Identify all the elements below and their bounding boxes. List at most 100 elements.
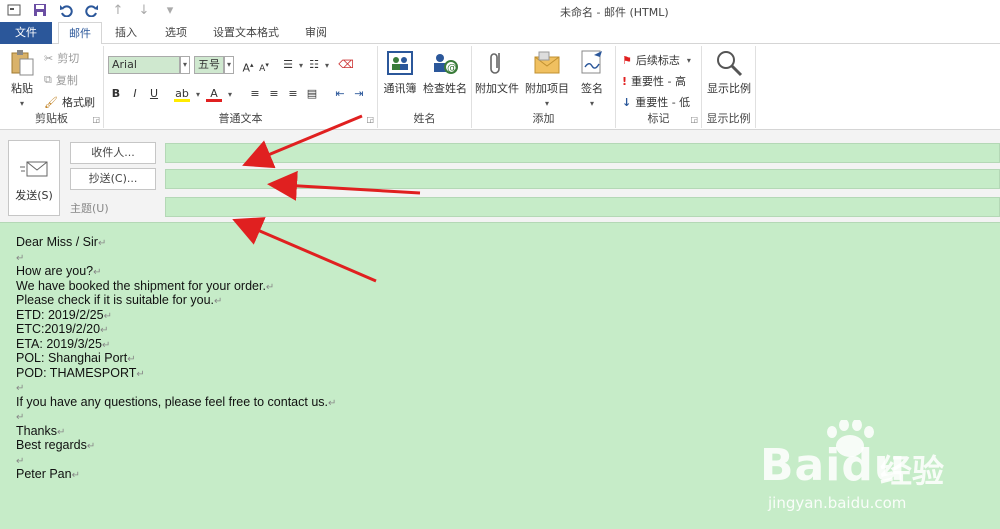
clear-format-icon[interactable]: ⌫ — [338, 57, 354, 73]
tab-mail[interactable]: 邮件 — [58, 22, 102, 45]
body-line-text: We have booked the shipment for your ord… — [16, 278, 266, 293]
window-menu-icon[interactable] — [6, 2, 22, 18]
group-label-zoom: 显示比例 — [706, 112, 751, 125]
to-button[interactable]: 收件人... — [70, 142, 156, 164]
bold-icon[interactable]: B — [108, 86, 124, 102]
follow-up-dropdown-icon[interactable]: ▾ — [684, 56, 694, 65]
body-line: How are you?↵ — [16, 264, 984, 279]
body-line: Dear Miss / Sir↵ — [16, 235, 984, 250]
to-field[interactable] — [165, 143, 1000, 163]
paragraph-mark-icon: ↵ — [127, 354, 136, 365]
flag-icon: ⚑ — [622, 53, 632, 67]
body-line: ↵ — [16, 250, 984, 265]
cc-field[interactable] — [165, 169, 1000, 189]
font-name-field[interactable]: Arial — [108, 56, 180, 74]
brush-icon: 🖌 — [44, 95, 58, 109]
high-importance-button[interactable]: ! 重要性 - 高 — [622, 73, 686, 89]
low-importance-button[interactable]: ↓ 重要性 - 低 — [622, 94, 690, 110]
grow-font-icon[interactable]: A▴ — [240, 57, 256, 75]
tab-insert[interactable]: 插入 — [106, 22, 146, 44]
align-left-icon[interactable]: ≡ — [247, 86, 263, 102]
tab-options[interactable]: 选项 — [156, 22, 196, 44]
check-names-button[interactable]: @ 检查姓名 — [420, 48, 470, 96]
attach-file-button[interactable]: 附加文件 — [474, 48, 520, 96]
paste-button[interactable]: 粘贴 ▾ — [4, 48, 40, 109]
address-book-button[interactable]: 通讯簿 — [380, 48, 420, 96]
attach-item-button[interactable]: 附加项目 ▾ — [522, 48, 572, 109]
send-label: 发送(S) — [15, 189, 53, 202]
body-line-text: POD: THAMESPORT — [16, 365, 137, 380]
paragraph-mark-icon: ↵ — [86, 441, 96, 452]
tags-launcher-icon[interactable]: ◲ — [690, 115, 698, 124]
paragraph-mark-icon: ↵ — [16, 252, 25, 264]
paste-dropdown-icon[interactable]: ▾ — [17, 99, 27, 108]
zoom-button[interactable]: 显示比例 — [704, 48, 754, 96]
paste-icon — [7, 48, 37, 78]
paragraph-mark-icon: ↵ — [57, 426, 66, 438]
cut-button[interactable]: ✂ 剪切 — [44, 50, 79, 66]
paragraph-mark-icon: ↵ — [214, 296, 223, 307]
group-tags: ⚑ 后续标志 ▾ ! 重要性 - 高 ↓ 重要性 - 低 标记 ◲ — [616, 46, 702, 128]
font-color-dropdown-icon[interactable]: ▾ — [225, 90, 235, 99]
body-line-text: Thanks — [16, 423, 57, 438]
down-arrow-icon[interactable]: ↓ — [136, 2, 152, 18]
attach-item-dropdown-icon[interactable]: ▾ — [542, 99, 552, 108]
signature-dropdown-icon[interactable]: ▾ — [587, 99, 597, 108]
copy-button[interactable]: ⧉ 复制 — [44, 72, 78, 88]
subject-label: 主题(U) — [70, 202, 109, 215]
paragraph-mark-icon: ↵ — [16, 383, 25, 394]
font-dropdown-icon[interactable]: ▾ — [180, 56, 190, 74]
body-line-text: Please check if it is suitable for you. — [16, 293, 215, 307]
attach-file-label: 附加文件 — [475, 82, 519, 95]
basic-text-launcher-icon[interactable]: ◲ — [366, 115, 374, 124]
tab-format-text[interactable]: 设置文本格式 — [206, 22, 286, 44]
underline-icon[interactable]: U — [146, 86, 162, 102]
tab-review[interactable]: 审阅 — [296, 22, 336, 44]
redo-icon[interactable] — [84, 2, 100, 18]
scissors-icon: ✂ — [44, 51, 54, 65]
customize-qat-icon[interactable]: ▾ — [162, 2, 178, 18]
paragraph-mark-icon: ↵ — [100, 325, 109, 336]
font-size-field[interactable]: 五号 — [194, 56, 224, 74]
font-color-icon[interactable]: A — [206, 86, 222, 102]
group-label-include: 添加 — [532, 112, 555, 125]
highlight-dropdown-icon[interactable]: ▾ — [193, 90, 203, 99]
paragraph-mark-icon: ↵ — [16, 455, 25, 467]
save-icon[interactable] — [32, 2, 48, 18]
justify-icon[interactable]: ▤ — [304, 86, 320, 102]
group-label-tags: 标记 — [647, 112, 670, 125]
clipboard-launcher-icon[interactable]: ◲ — [92, 115, 100, 124]
check-names-label: 检查姓名 — [423, 82, 467, 95]
font-size-dropdown-icon[interactable]: ▾ — [224, 56, 234, 74]
decrease-indent-icon[interactable]: ⇤ — [332, 86, 348, 102]
body-line-text: ETD: 2019/2/25 — [16, 307, 104, 322]
send-envelope-icon — [19, 159, 49, 183]
tab-file[interactable]: 文件 — [0, 22, 52, 44]
format-row: B I U ab ▾ A ▾ ≡ ≡ ≡ ▤ ⇤ ⇥ — [108, 86, 367, 102]
up-arrow-icon[interactable]: ↑ — [110, 2, 126, 18]
window-title: 未命名 - 邮件 (HTML) — [560, 6, 669, 19]
align-center-icon[interactable]: ≡ — [266, 86, 282, 102]
bullets-dropdown-icon[interactable]: ▾ — [296, 61, 306, 70]
subject-field[interactable] — [165, 197, 1000, 217]
format-painter-button[interactable]: 🖌 格式刷 — [44, 94, 95, 110]
follow-up-button[interactable]: ⚑ 后续标志 ▾ — [622, 52, 694, 68]
bullets-icon[interactable]: ☰ — [280, 57, 296, 73]
italic-icon[interactable]: I — [127, 86, 143, 102]
paragraph-mark-icon: ↵ — [265, 281, 275, 293]
numbering-icon[interactable]: ☷ — [306, 57, 322, 73]
highlight-icon[interactable]: ab — [174, 86, 190, 102]
increase-indent-icon[interactable]: ⇥ — [351, 86, 367, 102]
send-button[interactable]: 发送(S) — [8, 140, 60, 216]
align-right-icon[interactable]: ≡ — [285, 86, 301, 102]
cc-button[interactable]: 抄送(C)... — [70, 168, 156, 190]
body-line: We have booked the shipment for your ord… — [16, 279, 984, 294]
numbering-dropdown-icon[interactable]: ▾ — [322, 61, 332, 70]
body-line: Please check if it is suitable for you.↵ — [16, 293, 984, 308]
signature-button[interactable]: 签名 ▾ — [574, 48, 610, 109]
shrink-font-icon[interactable]: A▾ — [256, 57, 272, 74]
body-line-text: Best regards — [16, 438, 87, 452]
quick-access-toolbar: ↑ ↓ ▾ — [6, 2, 178, 18]
undo-icon[interactable] — [58, 2, 74, 18]
title-bar: ↑ ↓ ▾ 未命名 - 邮件 (HTML) — [0, 0, 1000, 22]
